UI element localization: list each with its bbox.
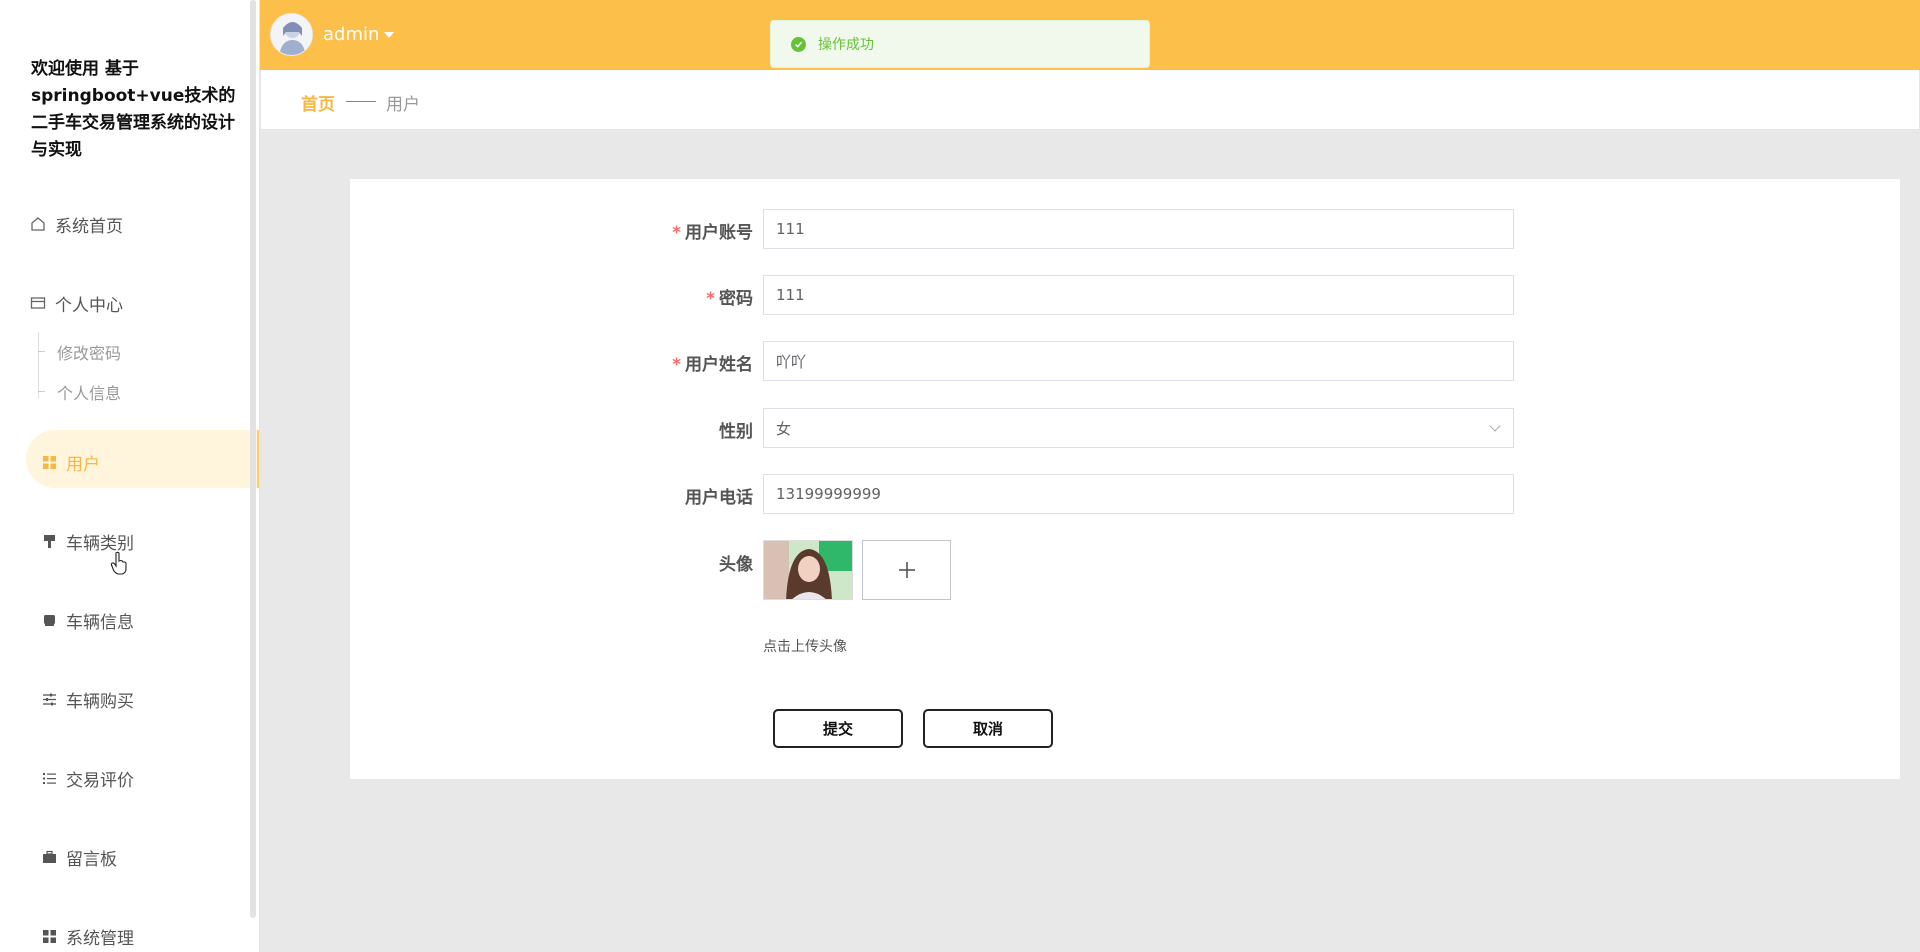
sidebar-item-label: 车辆信息 — [66, 612, 134, 633]
sidebar-item-message-board[interactable]: 留言板 — [40, 843, 117, 871]
home-icon — [29, 215, 47, 233]
password-label: * 密码 — [706, 289, 753, 309]
sidebar-item-label: 车辆类别 — [66, 533, 134, 554]
list-icon — [40, 769, 58, 787]
submit-button[interactable]: 提交 — [773, 709, 903, 748]
briefcase-icon — [40, 848, 58, 866]
sidebar-item-label: 个人中心 — [55, 295, 123, 316]
upload-button[interactable] — [862, 540, 951, 600]
submenu-tick — [38, 351, 45, 352]
avatar[interactable] — [270, 13, 313, 56]
grid-icon — [40, 927, 58, 945]
phone-field[interactable] — [763, 474, 1514, 514]
sidebar-item-transaction-review[interactable]: 交易评价 — [40, 764, 134, 792]
submenu-line — [38, 332, 39, 398]
sidebar-item-change-password[interactable]: 修改密码 — [57, 340, 121, 364]
sidebar-item-label: 交易评价 — [66, 770, 134, 791]
hand-cursor-icon — [110, 551, 128, 579]
toast-message: 操作成功 — [818, 37, 874, 53]
sidebar-item-label: 留言板 — [66, 849, 117, 870]
caret-down-icon[interactable] — [384, 32, 394, 38]
sidebar-item-users[interactable]: 用户 — [40, 448, 100, 476]
sidebar-item-label: 系统管理 — [66, 928, 134, 949]
breadcrumb — [260, 70, 1920, 130]
phone-label: 用户电话 — [685, 488, 753, 508]
name-field[interactable] — [763, 341, 1514, 381]
upload-tip: 点击上传头像 — [763, 639, 847, 655]
sidebar-scrollbar[interactable] — [250, 0, 256, 918]
sidebar-item-vehicle-purchase[interactable]: 车辆购买 — [40, 685, 134, 713]
name-label: * 用户姓名 — [672, 355, 753, 375]
sidebar-item-personal-center[interactable]: 个人中心 — [29, 289, 123, 317]
sidebar-item-vehicle-info[interactable]: 车辆信息 — [40, 606, 134, 634]
account-label: * 用户账号 — [672, 223, 753, 243]
brand-title: 欢迎使用 基于springboot+vue技术的二手车交易管理系统的设计与实现 — [31, 59, 236, 160]
avatar-label: 头像 — [719, 555, 753, 575]
sidebar: 欢迎使用 基于springboot+vue技术的二手车交易管理系统的设计与实现 … — [0, 0, 260, 952]
sidebar-item-system-management[interactable]: 系统管理 — [40, 922, 134, 950]
grid-icon — [40, 453, 58, 471]
gender-label: 性别 — [719, 422, 753, 442]
password-field[interactable] — [763, 275, 1514, 315]
check-circle-icon — [791, 36, 806, 52]
card-icon — [29, 294, 47, 312]
chevron-down-icon — [1489, 420, 1501, 432]
account-field[interactable] — [763, 209, 1514, 249]
breadcrumb-home[interactable]: 首页 — [301, 90, 335, 115]
avatar-preview[interactable] — [763, 540, 853, 600]
box-icon — [40, 611, 58, 629]
brush-icon — [40, 532, 58, 550]
gender-value: 女 — [776, 419, 792, 438]
plus-icon — [898, 562, 915, 578]
gender-select[interactable]: 女 — [763, 408, 1514, 448]
sidebar-item-personal-info[interactable]: 个人信息 — [57, 380, 121, 404]
sidebar-item-home[interactable]: 系统首页 — [29, 210, 123, 238]
success-toast: 操作成功 — [770, 20, 1150, 68]
cancel-button[interactable]: 取消 — [923, 709, 1053, 748]
sidebar-item-label: 用户 — [66, 454, 100, 475]
sidebar-item-label: 车辆购买 — [66, 691, 134, 712]
breadcrumb-separator — [346, 101, 376, 102]
submenu-tick — [38, 391, 45, 392]
sidebar-item-label: 系统首页 — [55, 216, 123, 237]
breadcrumb-current: 用户 — [386, 95, 420, 115]
sliders-icon — [40, 690, 58, 708]
username[interactable]: admin — [323, 24, 379, 45]
